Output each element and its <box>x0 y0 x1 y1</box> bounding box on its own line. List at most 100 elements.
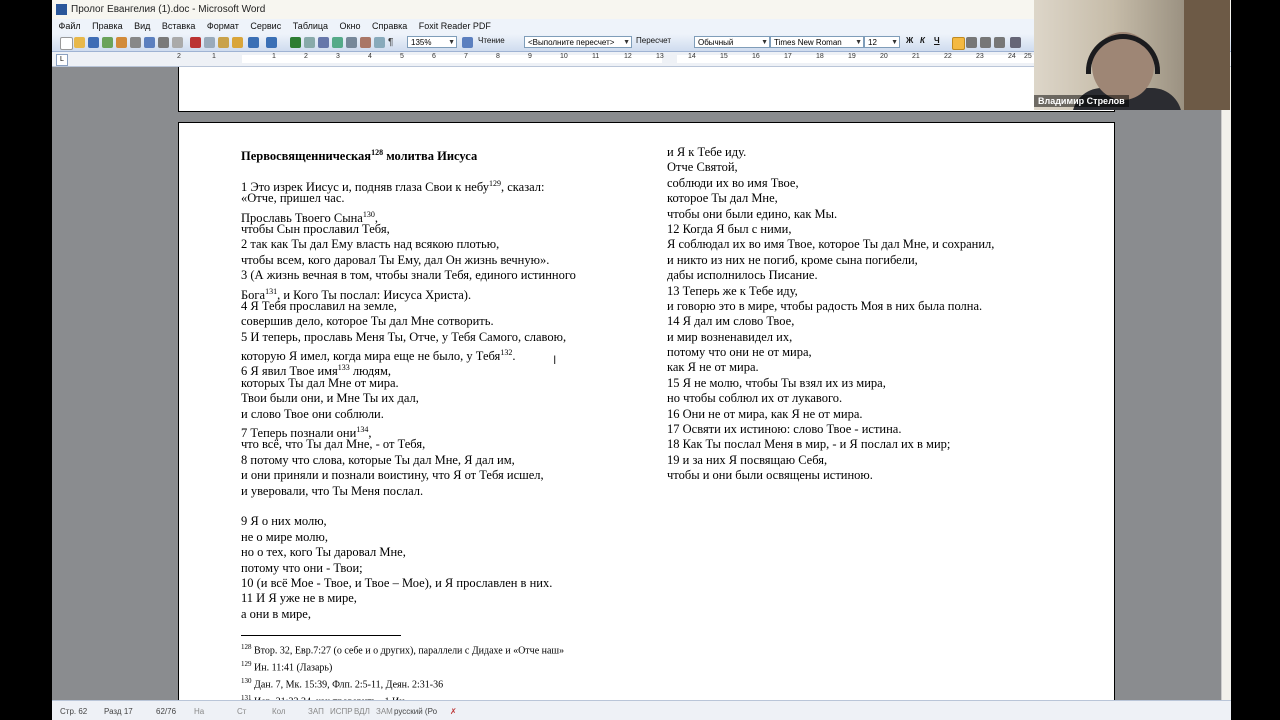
previous-page-bottom <box>178 67 1115 112</box>
ruler-mark: 23 <box>976 53 984 60</box>
ruler-mark: 25 <box>1024 53 1032 60</box>
ruler-mark: 11 <box>592 53 600 60</box>
column-right: и Я к Тебе иду. Отче Святой, соблюди их во… <box>667 145 1087 484</box>
text-line: и слово Твое они соблюли. <box>241 406 384 421</box>
align-left-icon[interactable] <box>952 37 965 50</box>
menu-file[interactable]: Файл <box>59 21 81 31</box>
status-column: Кол <box>272 707 286 716</box>
font-size-combo[interactable]: 12 ▼ <box>864 36 900 48</box>
footnotes: 128 Втор. 32, Евр.7:27 (о себе и о други… <box>241 641 564 700</box>
footnote: 130 Дан. 7, Мк. 15:39, Флп. 2:5-11, Деян… <box>241 677 444 691</box>
help-icon[interactable] <box>462 37 473 48</box>
text-line: Бога131, и Кого Ты послал: Иисуса Христа… <box>241 286 472 302</box>
text-line: Отче Святой, <box>667 160 738 175</box>
bold-button[interactable]: Ж <box>906 36 913 45</box>
vertical-scrollbar[interactable] <box>1221 67 1231 700</box>
video-overlay: Владимир Стрелов <box>1034 0 1230 110</box>
status-pages: 62/76 <box>156 707 177 716</box>
text-line: 1 Это изрек Иисус и, подняв глаза Свои к… <box>241 178 545 194</box>
zoom-combo[interactable]: 135% ▼ <box>407 36 457 48</box>
insert-excel-icon[interactable] <box>332 37 343 48</box>
text-line: 7 Теперь познали они134, <box>241 425 372 441</box>
action-combo[interactable]: <Выполните пересчет> ▼ <box>524 36 632 48</box>
status-ovr[interactable]: ЗАМ <box>376 707 393 716</box>
menu-view[interactable]: Вид <box>134 21 150 31</box>
tables-borders-icon[interactable] <box>304 37 315 48</box>
redo-icon[interactable] <box>266 37 277 48</box>
document-workspace[interactable]: Первосвященническая128 молитва Иисуса 1 … <box>52 67 1221 700</box>
status-language[interactable]: русский (Ро <box>394 707 437 716</box>
new-document-icon[interactable] <box>60 37 73 50</box>
ruler-mark: 20 <box>880 53 888 60</box>
line-spacing-icon[interactable] <box>1010 37 1021 48</box>
status-rec[interactable]: ЗАП <box>308 707 324 716</box>
save-icon[interactable] <box>88 37 99 48</box>
status-ext[interactable]: ВДЛ <box>354 707 370 716</box>
text-line: 8 потому что слова, которые Ты дал Мне, … <box>241 452 515 467</box>
text-line: и никто из них не погиб, кроме сына поги… <box>667 252 918 267</box>
document-map-icon[interactable] <box>374 37 385 48</box>
text-line: 2 так как Ты дал Ему власть над всякою п… <box>241 237 500 252</box>
document-page[interactable]: Первосвященническая128 молитва Иисуса 1 … <box>178 122 1115 700</box>
tab-selector[interactable]: L <box>56 54 68 66</box>
format-painter-icon[interactable] <box>232 37 243 48</box>
text-line: чтобы Сын прославил Тебя, <box>241 221 390 236</box>
status-section: Разд 17 <box>104 707 133 716</box>
style-combo[interactable]: Обычный ▼ <box>694 36 770 48</box>
text-line: 12 Когда Я был с ними, <box>667 221 792 236</box>
undo-icon[interactable] <box>248 37 259 48</box>
italic-button[interactable]: К <box>920 36 925 45</box>
research-icon[interactable] <box>172 37 183 48</box>
text-line: и мир возненавидел их, <box>667 329 793 344</box>
menu-edit[interactable]: Правка <box>92 21 122 31</box>
show-hide-icon[interactable]: ¶ <box>388 37 399 48</box>
drawing-icon[interactable] <box>360 37 371 48</box>
ruler-mark: 16 <box>752 53 760 60</box>
text-line: 18 Как Ты послал Меня в мир, - и Я посла… <box>667 437 951 452</box>
insert-table-icon[interactable] <box>318 37 329 48</box>
hyperlink-icon[interactable] <box>290 37 301 48</box>
ruler-mark: 6 <box>432 53 436 60</box>
underline-button[interactable]: Ч <box>934 36 940 45</box>
cut-icon[interactable] <box>190 37 201 48</box>
print-icon[interactable] <box>130 37 141 48</box>
open-folder-icon[interactable] <box>74 37 85 48</box>
ruler-mark: 21 <box>912 53 920 60</box>
align-right-icon[interactable] <box>980 37 991 48</box>
copy-icon[interactable] <box>204 37 215 48</box>
paste-icon[interactable] <box>218 37 229 48</box>
text-line: и они приняли и познали воистину, что Я … <box>241 468 544 483</box>
footnote-separator <box>241 635 401 636</box>
status-at: На <box>194 707 205 716</box>
menu-table[interactable]: Таблица <box>293 21 328 31</box>
menu-tools[interactable]: Сервис <box>250 21 281 31</box>
email-icon[interactable] <box>116 37 127 48</box>
text-line: Я соблюдал их во имя Твое, которое Ты да… <box>667 237 995 252</box>
align-center-icon[interactable] <box>966 37 977 48</box>
menu-window[interactable]: Окно <box>340 21 361 31</box>
recount-button[interactable]: Пересчет <box>636 36 671 45</box>
text-line: а они в мире, <box>241 606 311 621</box>
text-line: совершив дело, которое Ты дал Мне сотвор… <box>241 314 494 329</box>
font-combo[interactable]: Times New Roman ▼ <box>770 36 864 48</box>
spelling-status-icon[interactable]: ✗ <box>450 707 457 716</box>
menu-format[interactable]: Формат <box>207 21 239 31</box>
permission-icon[interactable] <box>102 37 113 48</box>
text-line: потому что они не от мира, <box>667 345 812 360</box>
text-line: которую Я имел, когда мира еще не было, … <box>241 348 516 364</box>
reading-button[interactable]: Чтение <box>478 36 505 45</box>
columns-icon[interactable] <box>346 37 357 48</box>
page-heading: Первосвященническая128 молитва Иисуса <box>241 148 478 164</box>
status-trk[interactable]: ИСПР <box>330 707 353 716</box>
menu-help[interactable]: Справка <box>372 21 407 31</box>
ruler-mark: 12 <box>624 53 632 60</box>
spelling-icon[interactable] <box>158 37 169 48</box>
menu-insert[interactable]: Вставка <box>162 21 195 31</box>
text-line <box>241 499 621 514</box>
right-letterbox <box>1231 0 1280 720</box>
print-preview-icon[interactable] <box>144 37 155 48</box>
justify-icon[interactable] <box>994 37 1005 48</box>
ruler-mark: 1 <box>272 53 276 60</box>
menu-foxit[interactable]: Foxit Reader PDF <box>419 21 491 31</box>
ruler-mark: 13 <box>656 53 664 60</box>
